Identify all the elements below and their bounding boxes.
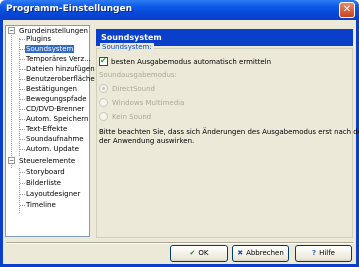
tree-node-label: Benutzeroberfläche: [26, 75, 95, 83]
tree-node-label: Steuerelemente: [19, 157, 76, 165]
tree-node-label: Storyboard: [26, 168, 65, 176]
settings-tree[interactable]: − Grundeinstellungen Plugins Soundsystem…: [5, 25, 95, 237]
tree-node-storyboard[interactable]: Storyboard: [25, 167, 66, 177]
tree-node-layoutdesigner[interactable]: Layoutdesigner: [25, 189, 81, 199]
collapse-icon[interactable]: −: [8, 157, 15, 164]
cancel-button[interactable]: ✖ Abbrechen: [232, 245, 289, 262]
tree-node-label: Soundsystem: [25, 45, 75, 53]
tree-node-cd-dvd-brenner[interactable]: CD/DVD-Brenner: [25, 104, 85, 114]
tree-node-label: Autom. Speichern: [26, 115, 89, 123]
restart-note-line2: der Anwendung auswirken.: [99, 137, 195, 145]
directsound-radio[interactable]: [99, 84, 108, 93]
tree-node-label: Temporäres Verz...: [26, 55, 91, 63]
tree-node-label: Soundaufnahme: [26, 135, 84, 143]
collapse-icon[interactable]: −: [8, 27, 15, 34]
check-icon: ✔: [189, 249, 196, 257]
tree-node-bilderliste[interactable]: Bilderliste: [25, 178, 62, 188]
tree-node-text-effekte[interactable]: Text-Effekte: [25, 124, 68, 134]
settings-window: Programm-Einstellungen ✕ − Grundeinstell…: [0, 0, 359, 267]
tree-node-temporaeres-verz[interactable]: Temporäres Verz...: [25, 54, 92, 64]
tree-node-label: Autom. Update: [26, 145, 79, 153]
close-button[interactable]: ✕: [339, 2, 355, 18]
tree-node-label: CD/DVD-Brenner: [26, 105, 85, 113]
tree-node-dateien-hinzufuegen[interactable]: Dateien hinzufügen: [25, 64, 96, 74]
tree-node-label: Plugins: [26, 35, 52, 43]
radio-dot: [102, 87, 105, 90]
tree-node-label: Layoutdesigner: [26, 190, 81, 198]
tree-node-label: Bilderliste: [26, 179, 61, 187]
cancel-label: Abbrechen: [246, 249, 284, 257]
ok-label: OK: [198, 249, 209, 257]
help-button[interactable]: ? Hilfe: [295, 245, 352, 262]
directsound-label[interactable]: DirectSound: [112, 85, 155, 93]
kein-sound-label[interactable]: Kein Sound: [112, 113, 151, 121]
title-bar[interactable]: Programm-Einstellungen ✕: [0, 0, 359, 20]
dialog-client-area: − Grundeinstellungen Plugins Soundsystem…: [3, 20, 359, 264]
restart-note-line1: Bitte beachten Sie, dass sich Änderungen…: [99, 128, 359, 136]
auto-detect-label[interactable]: besten Ausgabemodus automatisch ermittel…: [111, 58, 271, 66]
tree-node-timeline[interactable]: Timeline: [25, 200, 57, 210]
tree-node-steuerelemente[interactable]: − Steuerelemente: [8, 156, 76, 166]
cancel-x-icon: ✖: [237, 249, 244, 257]
tree-node-benutzeroberflaeche[interactable]: Benutzeroberfläche: [25, 74, 96, 84]
help-icon: ?: [312, 249, 317, 257]
tree-node-bestaetigungen[interactable]: Bestätigungen: [25, 84, 78, 94]
tree-connector: [19, 168, 20, 213]
sound-mode-label: Soundausgabemodus:: [99, 71, 177, 79]
window-title: Programm-Einstellungen: [6, 4, 133, 14]
tree-node-label: Timeline: [26, 201, 56, 209]
windows-multimedia-label[interactable]: Windows Multimedia: [112, 99, 184, 107]
tree-node-label: Bestätigungen: [26, 85, 77, 93]
tree-node-autom-speichern[interactable]: Autom. Speichern: [25, 114, 89, 124]
tree-node-label: Bewegungspfade: [26, 95, 87, 103]
tree-node-label: Text-Effekte: [26, 125, 68, 133]
tree-node-bewegungspfade[interactable]: Bewegungspfade: [25, 94, 88, 104]
footer-divider: [6, 242, 353, 244]
tree-connector: [11, 35, 12, 168]
kein-sound-radio[interactable]: [99, 112, 108, 121]
ok-button[interactable]: ✔ OK: [170, 245, 228, 262]
groupbox-title: Soundsystem:: [100, 43, 154, 51]
checkmark-icon: ✔: [100, 56, 107, 65]
tree-node-soundsystem[interactable]: Soundsystem: [25, 44, 75, 54]
windows-multimedia-radio[interactable]: [99, 98, 108, 107]
tree-node-label: Dateien hinzufügen: [26, 65, 95, 73]
help-label: Hilfe: [319, 249, 335, 257]
tree-node-autom-update[interactable]: Autom. Update: [25, 144, 80, 154]
tree-node-plugins[interactable]: Plugins: [25, 34, 52, 44]
tree-node-soundaufnahme[interactable]: Soundaufnahme: [25, 134, 85, 144]
auto-detect-checkbox[interactable]: ✔: [99, 56, 108, 66]
